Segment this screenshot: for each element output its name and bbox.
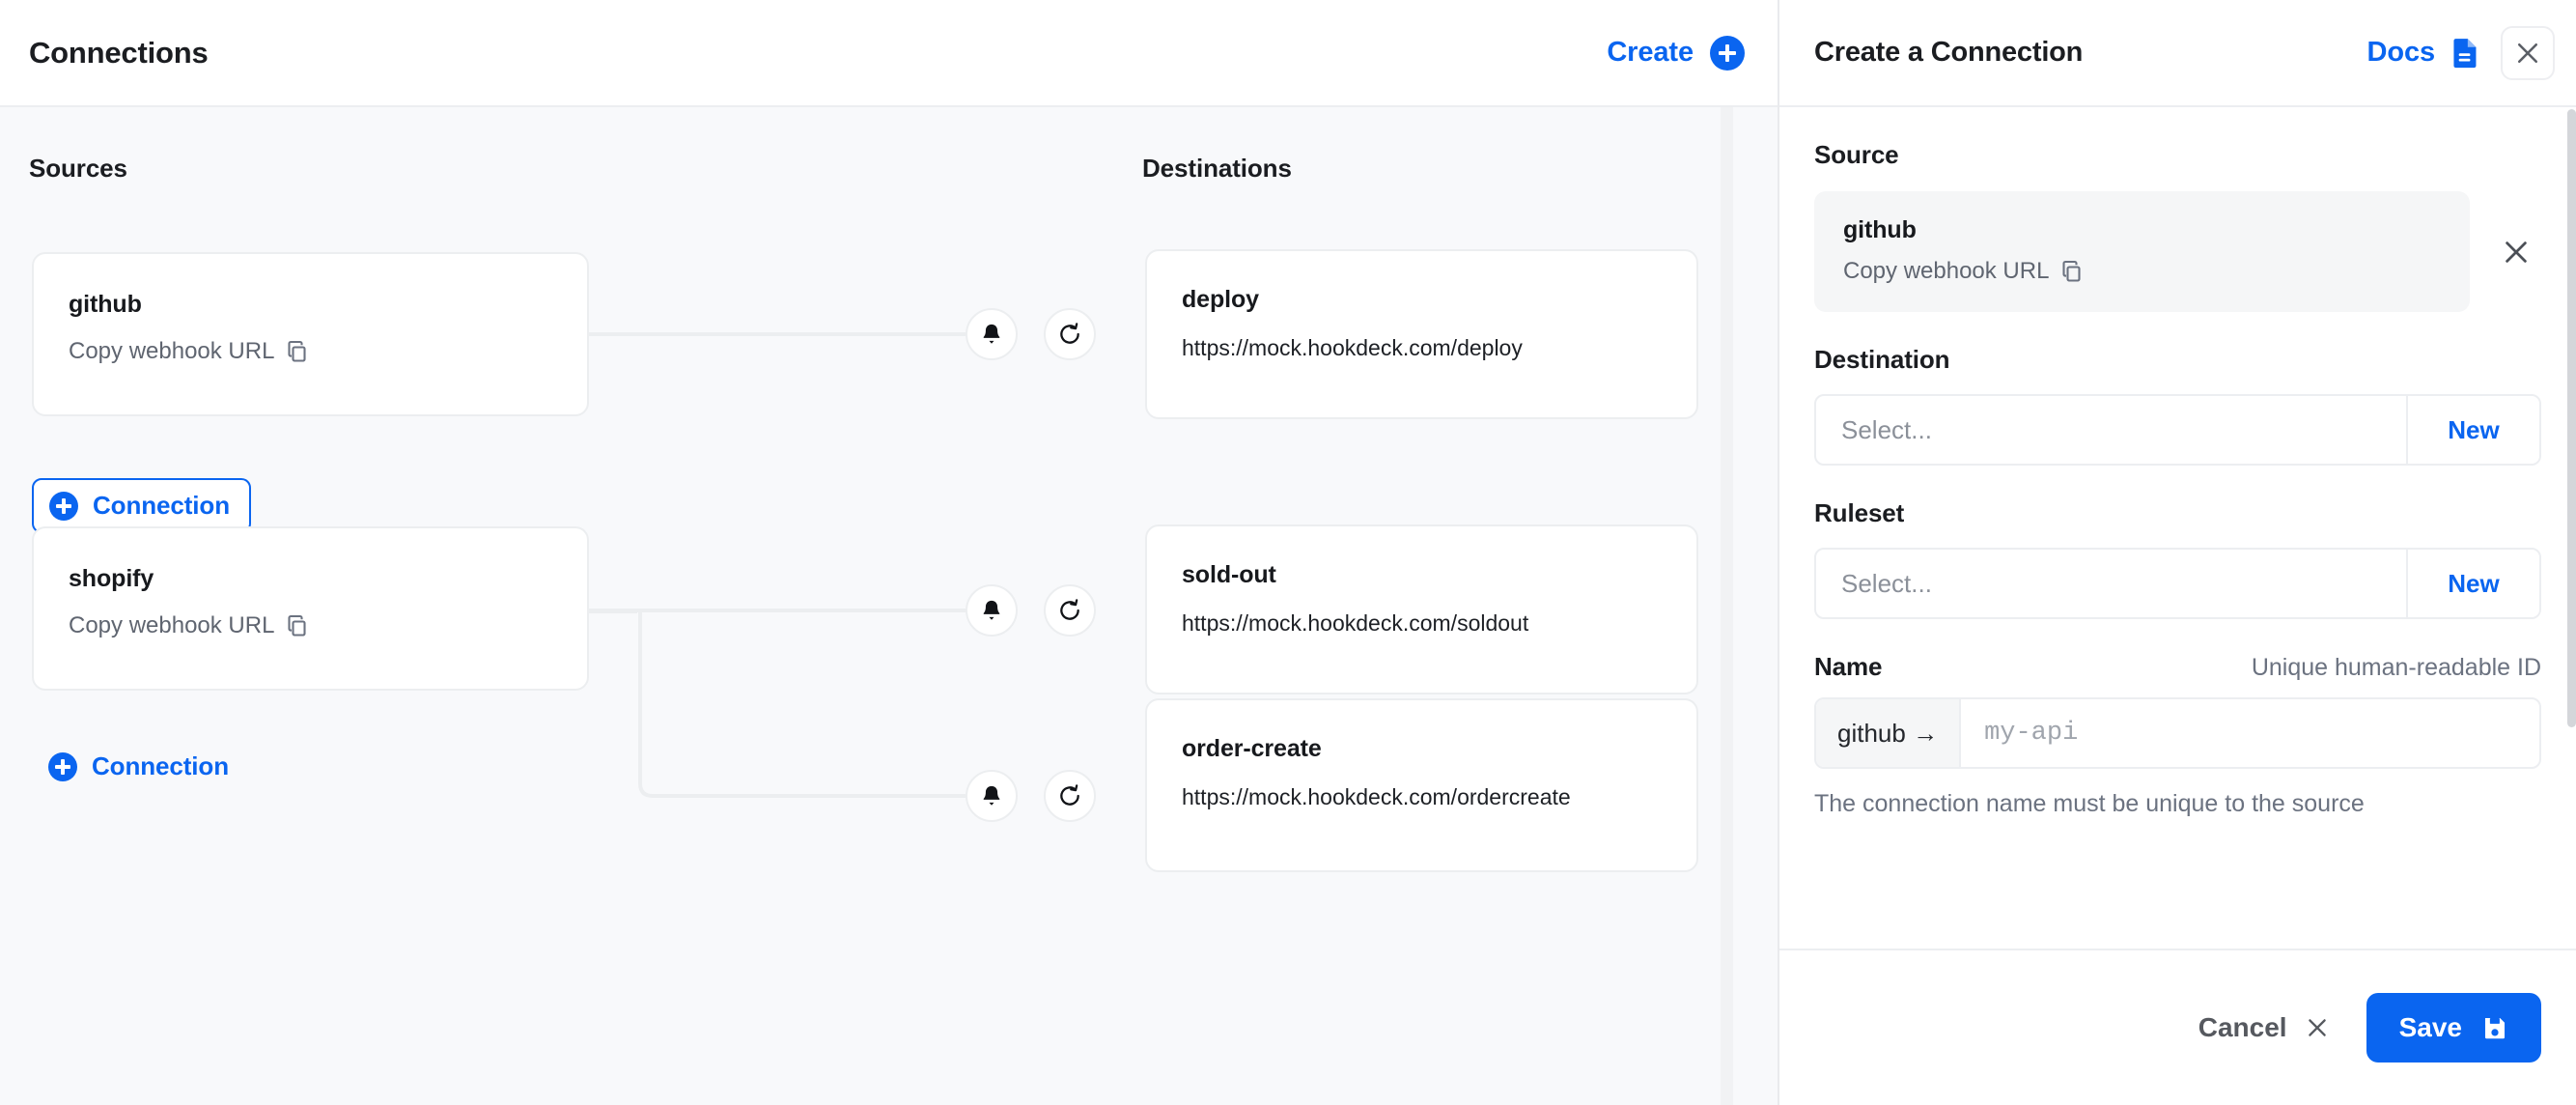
retry-button-sold-out[interactable] (1044, 584, 1096, 637)
name-field-label: Name (1814, 652, 1883, 681)
retry-icon (1060, 784, 1079, 806)
sources-column-label: Sources (29, 154, 127, 183)
destination-select-row: Select... New (1814, 394, 2541, 466)
add-connection-button-github[interactable]: Connection (32, 478, 251, 533)
notification-toggle-deploy[interactable] (966, 308, 1018, 360)
page-title: Connections (29, 35, 209, 70)
ruleset-field: Ruleset Select... New (1814, 498, 2541, 619)
selected-source-card[interactable]: github Copy webhook URL (1814, 191, 2470, 312)
destination-card-name: sold-out (1182, 561, 1276, 588)
copy-webhook-url-github[interactable]: Copy webhook URL (69, 338, 552, 365)
ruleset-select-row: Select... New (1814, 548, 2541, 619)
source-field-row: github Copy webhook URL (1814, 191, 2541, 312)
create-button-label: Create (1607, 37, 1694, 68)
source-card-shopify[interactable]: shopify Copy webhook URL (32, 526, 589, 691)
new-destination-button[interactable]: New (2406, 396, 2539, 464)
destination-card-order-create[interactable]: order-create https://mock.hookdeck.com/o… (1145, 698, 1698, 872)
connection-name-input[interactable] (1961, 699, 2539, 767)
copy-webhook-url-panel[interactable]: Copy webhook URL (1843, 258, 2441, 285)
cancel-button-label: Cancel (2198, 1012, 2287, 1042)
name-input-prefix: github → (1816, 699, 1962, 767)
add-connection-button-shopify[interactable]: Connection (48, 751, 229, 781)
document-icon (2453, 38, 2477, 68)
panel-header-actions: Docs (2366, 25, 2555, 80)
name-field-hint: Unique human-readable ID (2251, 654, 2541, 681)
destination-card-url: https://mock.hookdeck.com/ordercreate (1182, 784, 1571, 809)
copy-icon (2062, 260, 2082, 282)
panel-body: Source github Copy webhook URL Destinati… (1779, 107, 2576, 949)
connections-header: Connections Create (0, 0, 1778, 107)
destination-field: Destination Select... New (1814, 345, 2541, 466)
panel-title: Create a Connection (1814, 37, 2084, 68)
copy-webhook-url-label: Copy webhook URL (69, 612, 275, 638)
destination-card-url: https://mock.hookdeck.com/deploy (1182, 335, 1523, 360)
cancel-button[interactable]: Cancel (2198, 1012, 2330, 1043)
bell-icon (983, 324, 1000, 344)
plus-circle-icon (49, 491, 78, 521)
name-field: Name Unique human-readable ID github → T… (1814, 652, 2541, 818)
source-card-github[interactable]: github Copy webhook URL (32, 252, 589, 416)
copy-webhook-url-label: Copy webhook URL (1843, 258, 2050, 284)
add-connection-label: Connection (92, 751, 229, 780)
copy-icon (288, 340, 307, 362)
close-icon (2308, 1019, 2326, 1036)
create-connection-panel: Create a Connection Docs Source github C… (1779, 0, 2576, 1105)
copy-webhook-url-label: Copy webhook URL (69, 338, 275, 364)
destination-card-name: order-create (1182, 735, 1322, 762)
app-root: Connections Create Sources Destinations (0, 0, 2576, 1105)
panel-footer: Cancel Save (1779, 949, 2576, 1105)
canvas-scrollbar[interactable] (1721, 107, 1733, 1105)
retry-icon (1060, 323, 1079, 344)
retry-icon (1060, 599, 1079, 620)
close-icon (2506, 241, 2527, 263)
name-helper-text: The connection name must be unique to th… (1814, 790, 2365, 817)
plus-circle-icon (48, 751, 77, 781)
connections-pane: Connections Create Sources Destinations (0, 0, 1779, 1105)
save-disk-icon (2484, 1017, 2506, 1039)
destination-card-url: https://mock.hookdeck.com/soldout (1182, 610, 1529, 636)
source-card-name: github (69, 291, 142, 318)
save-button[interactable]: Save (2366, 993, 2541, 1062)
name-label-row: Name Unique human-readable ID (1814, 652, 2541, 682)
source-card-name: shopify (69, 565, 154, 592)
destination-card-sold-out[interactable]: sold-out https://mock.hookdeck.com/soldo… (1145, 524, 1698, 694)
docs-link[interactable]: Docs (2366, 37, 2481, 70)
docs-link-label: Docs (2366, 37, 2435, 68)
connections-canvas: Sources Destinations github Copy webhook… (0, 107, 1778, 1105)
notification-toggle-sold-out[interactable] (966, 584, 1018, 637)
destination-card-deploy[interactable]: deploy https://mock.hookdeck.com/deploy (1145, 249, 1698, 419)
close-icon (2517, 42, 2538, 63)
destination-card-name: deploy (1182, 286, 1259, 313)
destinations-column-label: Destinations (1142, 154, 1292, 183)
ruleset-select[interactable]: Select... (1816, 550, 2406, 617)
plus-circle-icon (1710, 35, 1745, 71)
panel-scrollbar[interactable] (2567, 109, 2576, 727)
retry-button-order-create[interactable] (1044, 770, 1096, 822)
panel-header: Create a Connection Docs (1779, 0, 2576, 107)
create-button[interactable]: Create (1607, 35, 1745, 71)
remove-source-button[interactable] (2491, 227, 2541, 277)
copy-webhook-url-shopify[interactable]: Copy webhook URL (69, 612, 552, 639)
new-ruleset-button[interactable]: New (2406, 550, 2539, 617)
save-button-label: Save (2398, 1012, 2462, 1042)
name-input-row: github → (1814, 697, 2541, 769)
selected-source-name: github (1843, 216, 1917, 243)
retry-button-deploy[interactable] (1044, 308, 1096, 360)
add-connection-label: Connection (93, 491, 230, 520)
destination-field-label: Destination (1814, 345, 1950, 374)
bell-icon (983, 785, 1000, 806)
notification-toggle-order-create[interactable] (966, 770, 1018, 822)
destination-select[interactable]: Select... (1816, 396, 2406, 464)
source-field-label: Source (1814, 140, 1899, 169)
bell-icon (983, 600, 1000, 620)
copy-icon (288, 614, 307, 637)
ruleset-field-label: Ruleset (1814, 498, 1905, 527)
close-panel-button[interactable] (2501, 25, 2555, 80)
